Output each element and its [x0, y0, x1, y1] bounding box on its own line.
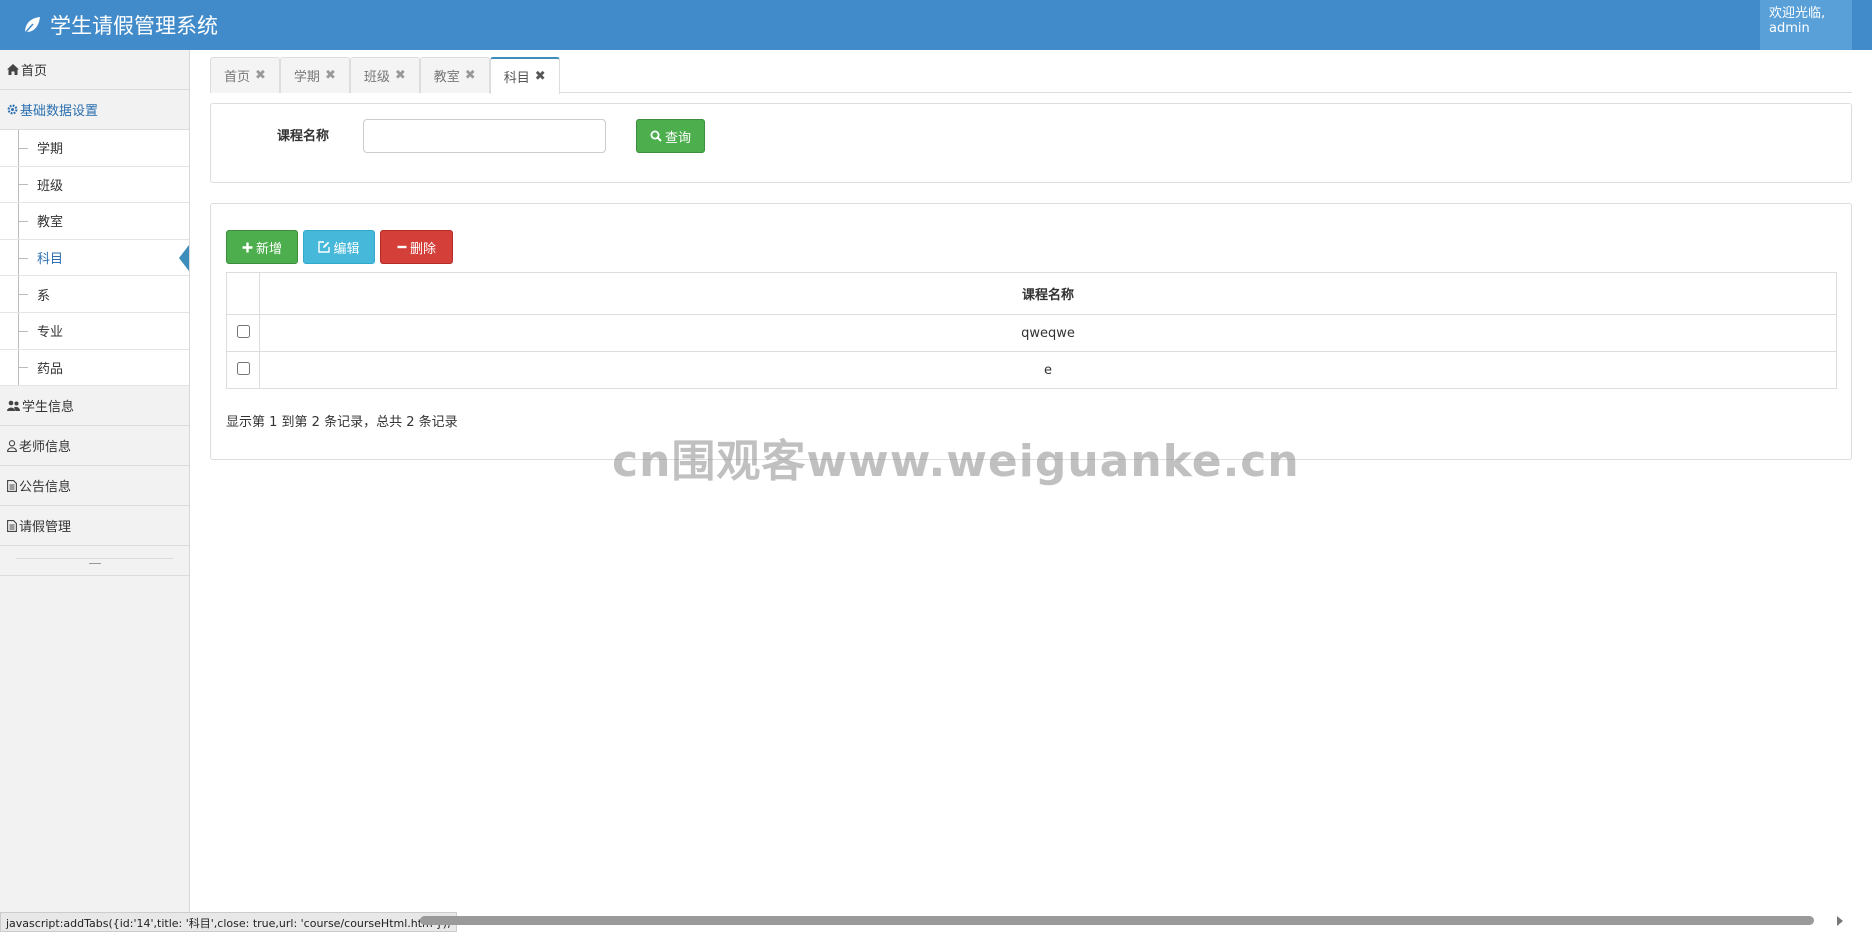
course-name-cell: e	[259, 351, 1837, 389]
basic-data-submenu: 学期 班级 教室 科目 系 专业 药品	[0, 130, 189, 387]
tab-home[interactable]: 首页 ✖	[210, 57, 280, 93]
sidebar-item-classroom[interactable]: 教室	[0, 203, 189, 240]
top-header: 学生请假管理系统 欢迎光临, admin	[0, 0, 1872, 50]
tab-class[interactable]: 班级 ✖	[349, 57, 420, 93]
username: admin	[1769, 21, 1810, 36]
close-icon[interactable]: ✖	[325, 68, 336, 83]
search-panel: 课程名称 查询	[210, 103, 1852, 183]
minus-icon	[397, 245, 407, 249]
table-header-row: 课程名称	[226, 272, 1837, 315]
course-table: 课程名称 qweqwe e	[226, 272, 1837, 389]
row-checkbox-cell	[226, 351, 260, 389]
main-content: 首页 ✖ 学期 ✖ 班级 ✖ 教室 ✖ 科目 ✖ 课程名称 查询 新增 编辑 删除	[190, 50, 1872, 920]
table-row[interactable]: qweqwe	[226, 314, 1837, 352]
sidebar-item-label: 学期	[37, 142, 64, 158]
close-icon[interactable]: ✖	[395, 68, 406, 83]
select-all-cell	[226, 272, 260, 315]
row-checkbox[interactable]	[236, 361, 250, 375]
plus-icon	[242, 242, 253, 252]
user-welcome[interactable]: 欢迎光临, admin	[1760, 0, 1852, 50]
search-button[interactable]: 查询	[636, 119, 705, 153]
edit-icon	[318, 241, 331, 253]
tab-label: 教室	[433, 70, 460, 85]
scroll-right-icon[interactable]	[1837, 916, 1843, 926]
table-row[interactable]: e	[226, 351, 1837, 389]
tab-label: 学期	[293, 70, 320, 85]
sidebar-item-label: 首页	[21, 64, 48, 79]
tab-classroom[interactable]: 教室 ✖	[419, 57, 490, 93]
tab-label: 首页	[224, 70, 251, 85]
app-title: 学生请假管理系统	[50, 14, 218, 38]
tab-bar: 首页 ✖ 学期 ✖ 班级 ✖ 教室 ✖ 科目 ✖	[210, 57, 1852, 94]
add-button-label: 新增	[255, 241, 282, 257]
file-icon	[7, 519, 17, 532]
course-name-label: 课程名称	[277, 129, 330, 144]
search-button-label: 查询	[664, 130, 691, 146]
add-button[interactable]: 新增	[226, 230, 298, 264]
tab-semester[interactable]: 学期 ✖	[279, 57, 350, 93]
tab-label: 科目	[503, 71, 530, 86]
sidebar-item-label: 学生信息	[22, 400, 75, 416]
active-arrow-icon	[179, 244, 189, 271]
sidebar-item-label: 班级	[37, 178, 64, 194]
sidebar-item-label: 教室	[37, 215, 64, 231]
app-logo[interactable]: 学生请假管理系统	[22, 9, 218, 41]
sidebar-item-class[interactable]: 班级	[0, 166, 189, 204]
table-panel: 新增 编辑 删除 课程名称 qweqwe e 显示第 1 到第 2 条记录，总共…	[210, 203, 1852, 460]
leaf-icon	[24, 17, 40, 34]
home-icon	[7, 64, 19, 75]
delete-button-label: 删除	[409, 241, 436, 257]
sidebar-item-label: 系	[37, 288, 51, 304]
sidebar-item-medicine[interactable]: 药品	[0, 349, 189, 387]
close-icon[interactable]: ✖	[255, 68, 266, 83]
close-icon[interactable]: ✖	[465, 68, 476, 83]
tab-label: 班级	[363, 70, 390, 85]
sidebar-item-label: 基础数据设置	[20, 104, 99, 119]
table-toolbar: 新增 编辑 删除	[226, 230, 453, 264]
edit-button-label: 编辑	[333, 241, 360, 257]
sidebar-item-notice[interactable]: 公告信息	[0, 466, 189, 507]
divider	[16, 558, 173, 560]
user-icon	[7, 439, 17, 452]
sidebar-item-label: 药品	[37, 361, 64, 377]
sidebar-item-home[interactable]: 首页	[0, 50, 189, 90]
collapse-handle-icon[interactable]	[89, 563, 101, 565]
sidebar-item-student[interactable]: 学生信息	[0, 386, 189, 427]
delete-button[interactable]: 删除	[380, 230, 453, 264]
sidebar-item-label: 老师信息	[19, 440, 72, 456]
tab-subject[interactable]: 科目 ✖	[489, 57, 560, 94]
horizontal-scrollbar[interactable]	[420, 916, 1814, 925]
sidebar-item-subject[interactable]: 科目	[0, 239, 189, 277]
sidebar-item-leave[interactable]: 请假管理	[0, 506, 189, 547]
course-name-cell: qweqwe	[259, 314, 1837, 352]
sidebar-item-semester[interactable]: 学期	[0, 130, 189, 167]
sidebar-item-label: 专业	[37, 325, 64, 341]
welcome-text: 欢迎光临,	[1769, 6, 1826, 21]
file-icon	[7, 479, 17, 492]
sidebar-item-label: 请假管理	[19, 520, 72, 536]
sidebar-item-label: 科目	[37, 252, 64, 268]
sidebar-item-basic-data[interactable]: 基础数据设置	[0, 90, 189, 130]
sidebar: 首页 基础数据设置 学期 班级 教室 科目 系 专业 药品 学生信息 老师信息 …	[0, 50, 190, 920]
users-icon	[7, 400, 20, 412]
sidebar-collapse-bar[interactable]	[0, 546, 189, 577]
edit-button[interactable]: 编辑	[303, 230, 375, 264]
gear-icon	[7, 104, 18, 115]
row-checkbox-cell	[226, 314, 260, 352]
row-checkbox[interactable]	[236, 324, 250, 338]
column-header-course-name[interactable]: 课程名称	[259, 272, 1837, 315]
pagination-info: 显示第 1 到第 2 条记录，总共 2 条记录	[226, 415, 458, 430]
search-icon	[650, 130, 662, 142]
course-name-input[interactable]	[363, 119, 606, 153]
sidebar-item-label: 公告信息	[19, 480, 72, 496]
sidebar-item-major[interactable]: 专业	[0, 312, 189, 350]
sidebar-item-teacher[interactable]: 老师信息	[0, 426, 189, 467]
status-bar: javascript:addTabs({id:'14',title: '科目',…	[0, 912, 457, 932]
close-icon[interactable]: ✖	[535, 69, 546, 84]
sidebar-item-department[interactable]: 系	[0, 276, 189, 313]
